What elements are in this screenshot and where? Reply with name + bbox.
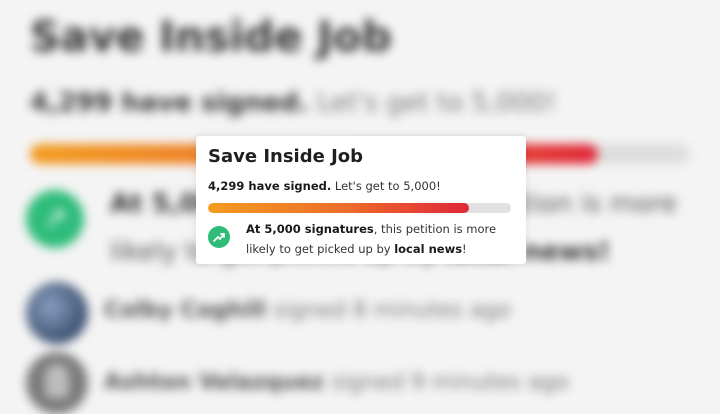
signature-goal: Let's get to 5,000!: [316, 88, 557, 118]
card-signature-count: 4,299 have signed. Let's get to 5,000!: [208, 179, 441, 193]
signer-name: Colby Coghill: [104, 298, 266, 323]
signature-count-bold: 4,299 have signed.: [30, 88, 309, 118]
signer-name: Ashton Velazquez: [104, 370, 324, 395]
card-goal-message-emphasis: local news: [394, 242, 463, 256]
card-title: Save Inside Job: [208, 146, 364, 167]
card-progress-bar-fill: [208, 203, 469, 213]
recent-signer: Colby Coghill signed 8 minutes ago: [104, 298, 511, 323]
petition-progress-card: Save Inside Job 4,299 have signed. Let's…: [196, 136, 526, 264]
recent-signer: Ashton Velazquez signed 9 minutes ago: [104, 370, 569, 395]
signer-action: signed 8 minutes ago: [272, 298, 511, 323]
avatar: [26, 352, 88, 414]
card-goal-message-end: !: [462, 242, 467, 256]
signer-action: signed 9 minutes ago: [330, 370, 569, 395]
card-signature-count-bold: 4,299 have signed.: [208, 179, 332, 193]
trending-up-icon: ↗: [26, 190, 84, 248]
card-progress-bar: [208, 203, 511, 213]
card-goal-message-bold: At 5,000 signatures: [246, 222, 374, 236]
card-goal-message: At 5,000 signatures, this petition is mo…: [246, 219, 514, 259]
signature-count: 4,299 have signed. Let's get to 5,000!: [30, 88, 556, 118]
avatar: [26, 282, 88, 344]
card-signature-goal: Let's get to 5,000!: [334, 179, 441, 193]
petition-title: Save Inside Job: [30, 12, 392, 61]
trending-up-icon: [208, 226, 230, 248]
